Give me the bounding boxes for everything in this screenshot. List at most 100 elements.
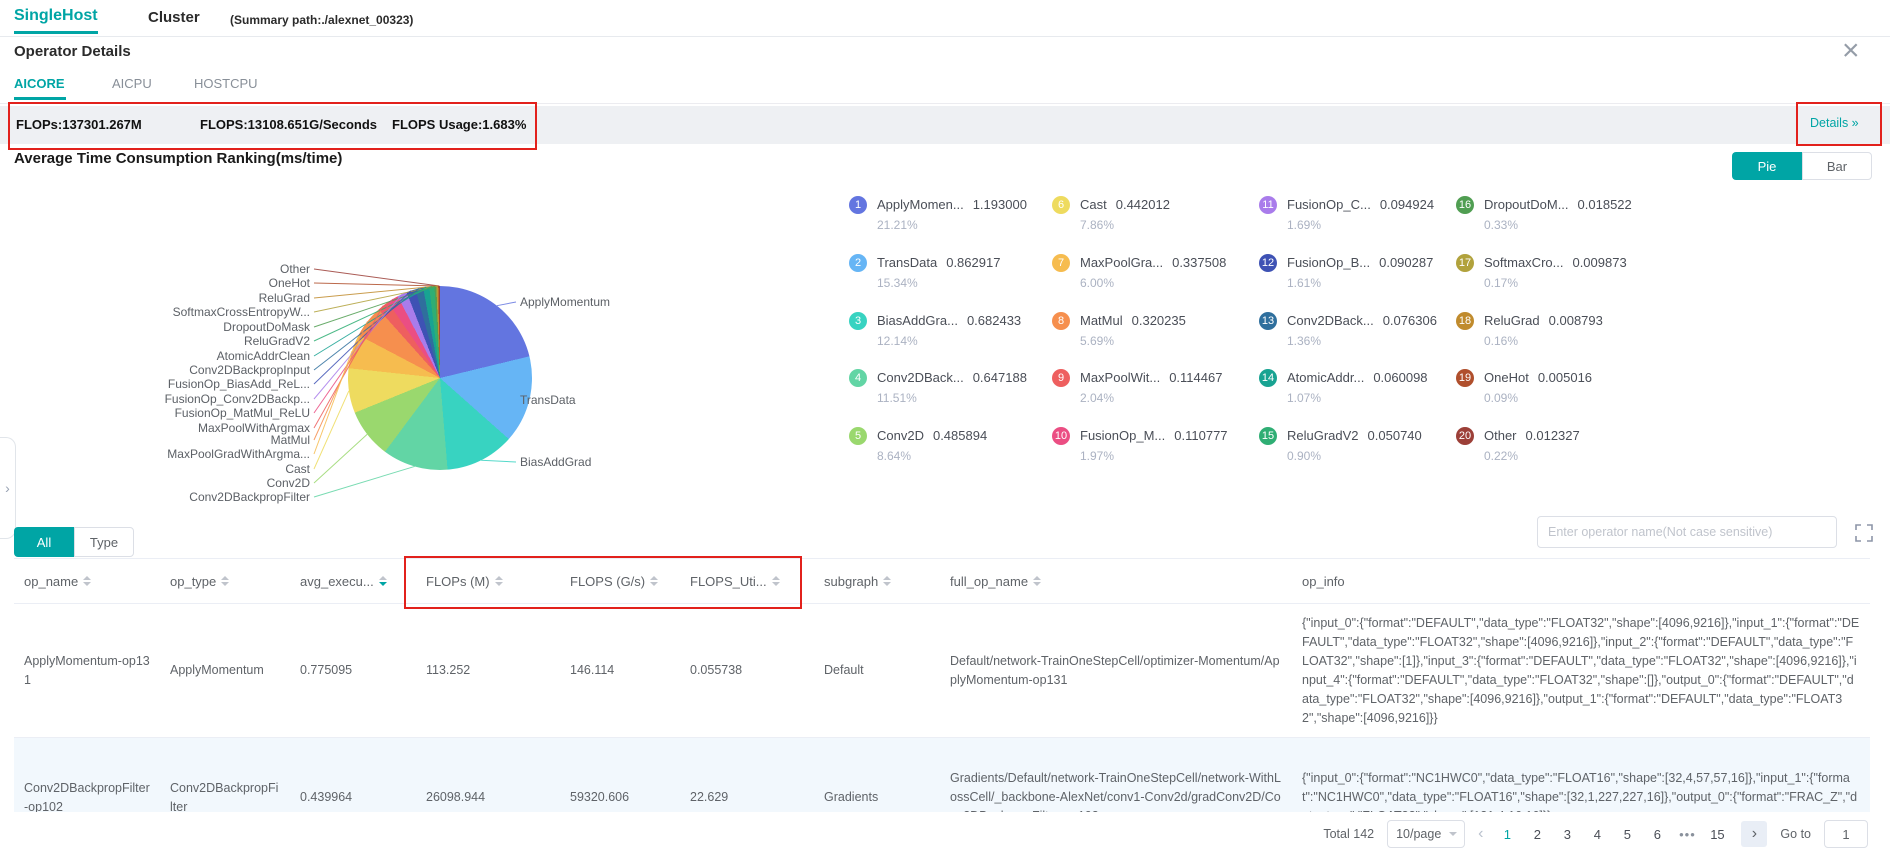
- legend-item[interactable]: 1ApplyMomen...1.19300021.21%: [849, 196, 1027, 232]
- sort-icon: [1033, 576, 1041, 586]
- column-header-avg_execution_time[interactable]: avg_execu...: [290, 574, 416, 589]
- operator-search-input[interactable]: [1537, 516, 1837, 548]
- cell-op_type: ApplyMomentum: [160, 653, 290, 688]
- legend-rank-badge: 20: [1456, 427, 1474, 445]
- table-header: op_nameop_typeavg_execu...FLOPs (M)FLOPS…: [14, 558, 1870, 604]
- nav-tab-singlehost-underline: [14, 31, 98, 34]
- column-header-flops_m[interactable]: FLOPs (M): [416, 574, 560, 589]
- pagination-total: Total 142: [1323, 827, 1374, 841]
- page-title: Operator Details: [14, 43, 131, 60]
- legend-item[interactable]: 3BiasAddGra...0.68243312.14%: [849, 312, 1021, 348]
- page-size-select[interactable]: 10/page: [1387, 820, 1465, 848]
- legend-item[interactable]: 2TransData0.86291715.34%: [849, 254, 1000, 290]
- pie-label: BiasAddGrad: [520, 455, 591, 469]
- column-header-op_info: op_info: [1292, 574, 1870, 589]
- chart-title: Average Time Consumption Ranking(ms/time…: [14, 150, 342, 167]
- legend-item[interactable]: 15ReluGradV20.0507400.90%: [1259, 427, 1422, 463]
- page-button[interactable]: 4: [1586, 827, 1608, 842]
- legend-rank-badge: 15: [1259, 427, 1277, 445]
- pie-label: FusionOp_BiasAdd_ReL...: [0, 377, 310, 391]
- divider: [0, 36, 1890, 37]
- legend-item[interactable]: 7MaxPoolGra...0.3375086.00%: [1052, 254, 1226, 290]
- pie-label: Conv2DBackpropFilter: [0, 490, 310, 504]
- sort-icon: [650, 576, 658, 586]
- legend-rank-badge: 18: [1456, 312, 1474, 330]
- column-header-subgraph[interactable]: subgraph: [814, 574, 940, 589]
- pie-label: FusionOp_Conv2DBackp...: [0, 392, 310, 406]
- legend-item[interactable]: 18ReluGrad0.0087930.16%: [1456, 312, 1603, 348]
- previous-page-button[interactable]: [1478, 826, 1483, 842]
- legend-label: DropoutDoM...0.0185220.33%: [1484, 196, 1632, 232]
- pie-label: OneHot: [0, 276, 310, 290]
- legend-label: SoftmaxCro...0.0098730.17%: [1484, 254, 1627, 290]
- cell-flops_m: 26098.944: [416, 780, 560, 812]
- legend-item[interactable]: 14AtomicAddr...0.0600981.07%: [1259, 369, 1428, 405]
- pie-label: MaxPoolGradWithArgma...: [0, 447, 310, 461]
- cell-full_op_name: Default/network-TrainOneStepCell/optimiz…: [940, 644, 1292, 698]
- legend-item[interactable]: 17SoftmaxCro...0.0098730.17%: [1456, 254, 1627, 290]
- legend-label: FusionOp_B...0.0902871.61%: [1287, 254, 1433, 290]
- filter-all-button[interactable]: All: [14, 527, 74, 557]
- legend-rank-badge: 5: [849, 427, 867, 445]
- nav-tab-singlehost[interactable]: SingleHost: [14, 7, 98, 25]
- legend-rank-badge: 3: [849, 312, 867, 330]
- nav-tab-cluster[interactable]: Cluster: [148, 9, 200, 26]
- cell-flops_m: 113.252: [416, 653, 560, 688]
- page-button[interactable]: 3: [1556, 827, 1578, 842]
- legend-rank-badge: 6: [1052, 196, 1070, 214]
- page-button[interactable]: 2: [1526, 827, 1548, 842]
- flops-total-stat: FLOPs:137301.267M: [16, 117, 142, 132]
- legend-item[interactable]: 4Conv2DBack...0.64718811.51%: [849, 369, 1027, 405]
- legend-item[interactable]: 12FusionOp_B...0.0902871.61%: [1259, 254, 1433, 290]
- goto-page-input[interactable]: [1824, 820, 1868, 848]
- legend-item[interactable]: 19OneHot0.0050160.09%: [1456, 369, 1592, 405]
- chevron-down-icon: [1449, 832, 1457, 840]
- legend-label: ApplyMomen...1.19300021.21%: [877, 196, 1027, 232]
- page-button[interactable]: 5: [1616, 827, 1638, 842]
- legend-rank-badge: 10: [1052, 427, 1070, 445]
- page-button[interactable]: 15: [1706, 827, 1728, 842]
- page-button[interactable]: 6: [1646, 827, 1668, 842]
- tab-aicore-underline: [14, 97, 66, 100]
- cell-flops_utilization: 22.629: [680, 780, 814, 812]
- fullscreen-icon[interactable]: [1854, 523, 1874, 543]
- pie-label: MatMul: [0, 433, 310, 447]
- tab-aicore[interactable]: AICORE: [14, 76, 65, 91]
- cell-op_name: ApplyMomentum-op131: [14, 644, 160, 698]
- column-header-full_op_name[interactable]: full_op_name: [940, 574, 1292, 589]
- legend-item[interactable]: 10FusionOp_M...0.1107771.97%: [1052, 427, 1228, 463]
- legend-item[interactable]: 6Cast0.4420127.86%: [1052, 196, 1170, 232]
- column-header-flops_gs[interactable]: FLOPS (G/s): [560, 574, 680, 589]
- legend-item[interactable]: 8MatMul0.3202355.69%: [1052, 312, 1186, 348]
- summary-path-label: (Summary path:./alexnet_00323): [230, 13, 413, 27]
- column-header-op_name[interactable]: op_name: [14, 574, 160, 589]
- pie-chart[interactable]: [348, 286, 532, 470]
- legend-label: TransData0.86291715.34%: [877, 254, 1000, 290]
- tab-hostcpu[interactable]: HOSTCPU: [194, 76, 258, 91]
- legend-item[interactable]: 20Other0.0123270.22%: [1456, 427, 1580, 463]
- legend-item[interactable]: 11FusionOp_C...0.0949241.69%: [1259, 196, 1434, 232]
- legend-label: MaxPoolWit...0.1144672.04%: [1080, 369, 1222, 405]
- page-button[interactable]: 1: [1496, 827, 1518, 842]
- bar-toggle-button[interactable]: Bar: [1802, 152, 1872, 180]
- legend-item[interactable]: 5 Conv2D0.4858948.64%: [849, 427, 987, 463]
- sort-icon: [495, 576, 503, 586]
- legend-item[interactable]: 13Conv2DBack...0.0763061.36%: [1259, 312, 1437, 348]
- legend-label: Conv2D0.4858948.64%: [877, 427, 987, 463]
- tab-aicpu[interactable]: AICPU: [112, 76, 152, 91]
- column-header-op_type[interactable]: op_type: [160, 574, 290, 589]
- legend-item[interactable]: 16DropoutDoM...0.0185220.33%: [1456, 196, 1632, 232]
- close-icon[interactable]: [1842, 36, 1860, 66]
- details-link[interactable]: Details »: [1810, 116, 1859, 130]
- pie-toggle-button[interactable]: Pie: [1732, 152, 1802, 180]
- filter-type-button[interactable]: Type: [74, 527, 134, 557]
- next-page-button[interactable]: [1741, 821, 1767, 847]
- cell-flops_gs: 146.114: [560, 653, 680, 688]
- column-header-flops_utilization[interactable]: FLOPS_Uti...: [680, 574, 814, 589]
- legend-item[interactable]: 9MaxPoolWit...0.1144672.04%: [1052, 369, 1222, 405]
- cell-avg_execution_time: 0.439964: [290, 780, 416, 812]
- flops-rate-stat: FLOPS:13108.651G/Seconds: [200, 117, 377, 132]
- pie-label: ApplyMomentum: [520, 295, 610, 309]
- legend-label: FusionOp_C...0.0949241.69%: [1287, 196, 1434, 232]
- sort-icon: [379, 576, 387, 586]
